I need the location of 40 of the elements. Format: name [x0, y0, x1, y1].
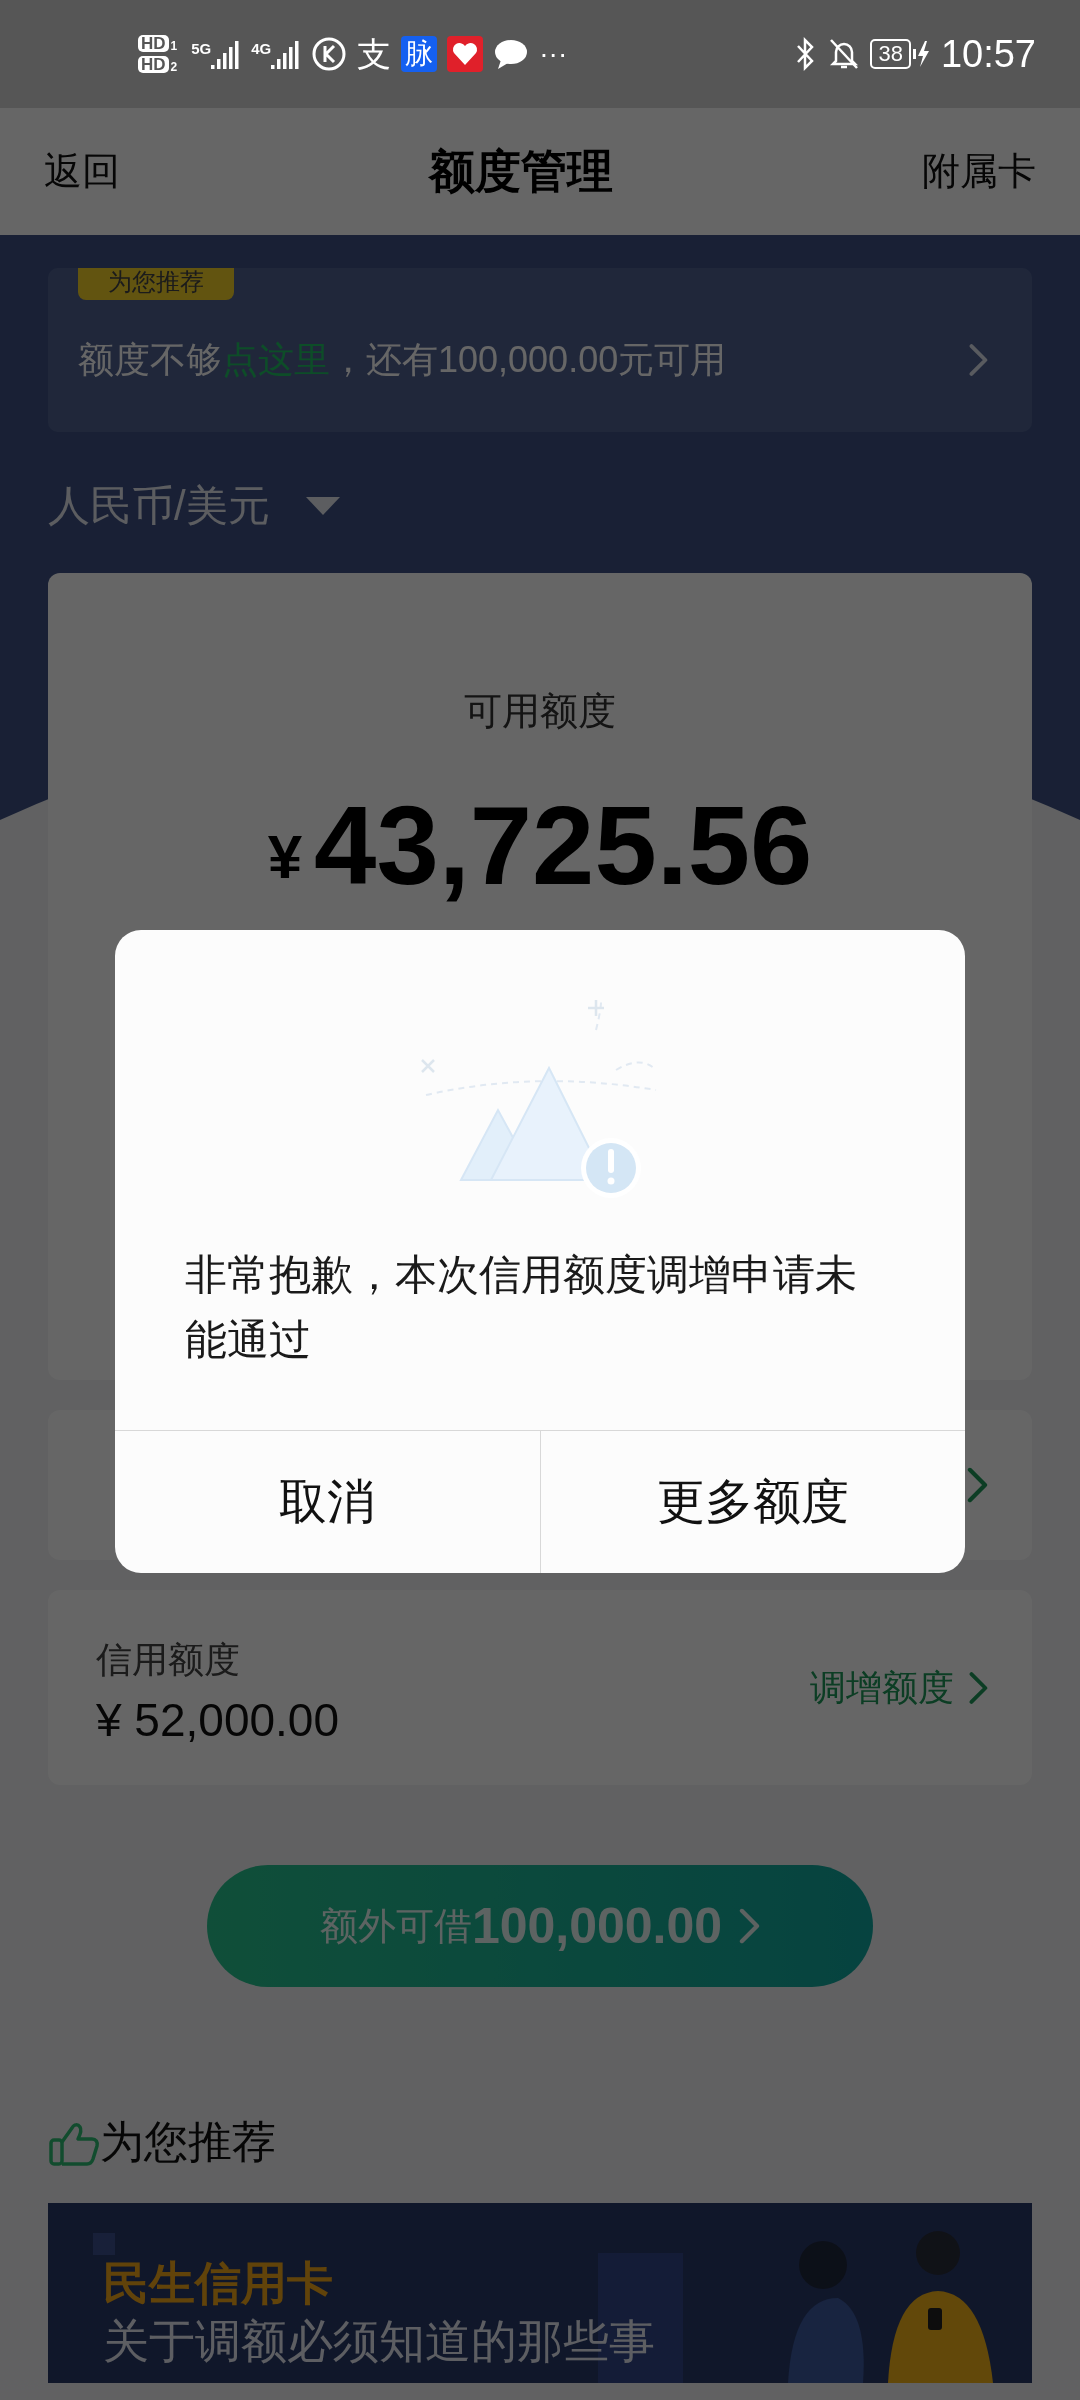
currency-symbol: ¥ [267, 826, 303, 888]
extra-loan-button[interactable]: 额外可借100,000.00 [207, 1865, 873, 1987]
network-label: 4G [251, 41, 272, 56]
increase-limit-link[interactable]: 调增额度 [810, 1660, 988, 1715]
signal-icon [271, 39, 302, 69]
sim-slot-label: 1 [170, 40, 178, 52]
banner-brand: 民生信用卡 [103, 2256, 334, 2311]
cancel-button[interactable]: 取消 [115, 1431, 540, 1573]
hd-label: HD [138, 56, 169, 73]
credit-limit-label: 信用额度 [96, 1637, 241, 1682]
back-button[interactable]: 返回 [44, 143, 120, 200]
chat-bubble-icon [493, 38, 530, 70]
recommend-tag: 为您推荐 [78, 268, 234, 300]
available-amount: 43,725.56 [314, 790, 813, 902]
app-badge: 脉 [401, 36, 438, 72]
chevron-right-icon [738, 1908, 761, 1944]
more-notifications: ··· [539, 40, 568, 68]
signal-icon [211, 39, 242, 69]
credit-limit-amount: ¥ 52,000.00 [96, 1696, 339, 1743]
currency-selector[interactable]: 人民币/美元 [48, 474, 340, 537]
more-credit-button[interactable]: 更多额度 [539, 1431, 965, 1573]
supplementary-card-button[interactable]: 附属卡 [922, 143, 1036, 200]
network-label: 5G [191, 41, 212, 56]
battery-level: 38 [870, 39, 911, 69]
available-credit-label: 可用额度 [464, 689, 616, 734]
page-title: 额度管理 [429, 144, 613, 199]
recommend-heading: 为您推荐 [100, 2116, 276, 2168]
bell-muted-icon [828, 37, 861, 71]
dialog-message: 非常抱歉，本次信用额度调增申请未能通过 [185, 1250, 858, 1366]
dropdown-caret-icon [305, 496, 340, 515]
hd-label: HD [138, 35, 169, 52]
chevron-right-icon [968, 343, 988, 377]
sim-slot-label: 2 [170, 61, 178, 73]
chevron-right-icon [966, 1467, 988, 1503]
k-circle-icon [311, 36, 348, 72]
app-glyph: 支 [357, 37, 392, 71]
banner-headline: 关于调额必须知道的那些事 [103, 2313, 656, 2369]
clock-time: 10:57 [940, 35, 1036, 73]
charging-icon [912, 39, 931, 69]
chevron-right-icon [968, 1670, 988, 1705]
